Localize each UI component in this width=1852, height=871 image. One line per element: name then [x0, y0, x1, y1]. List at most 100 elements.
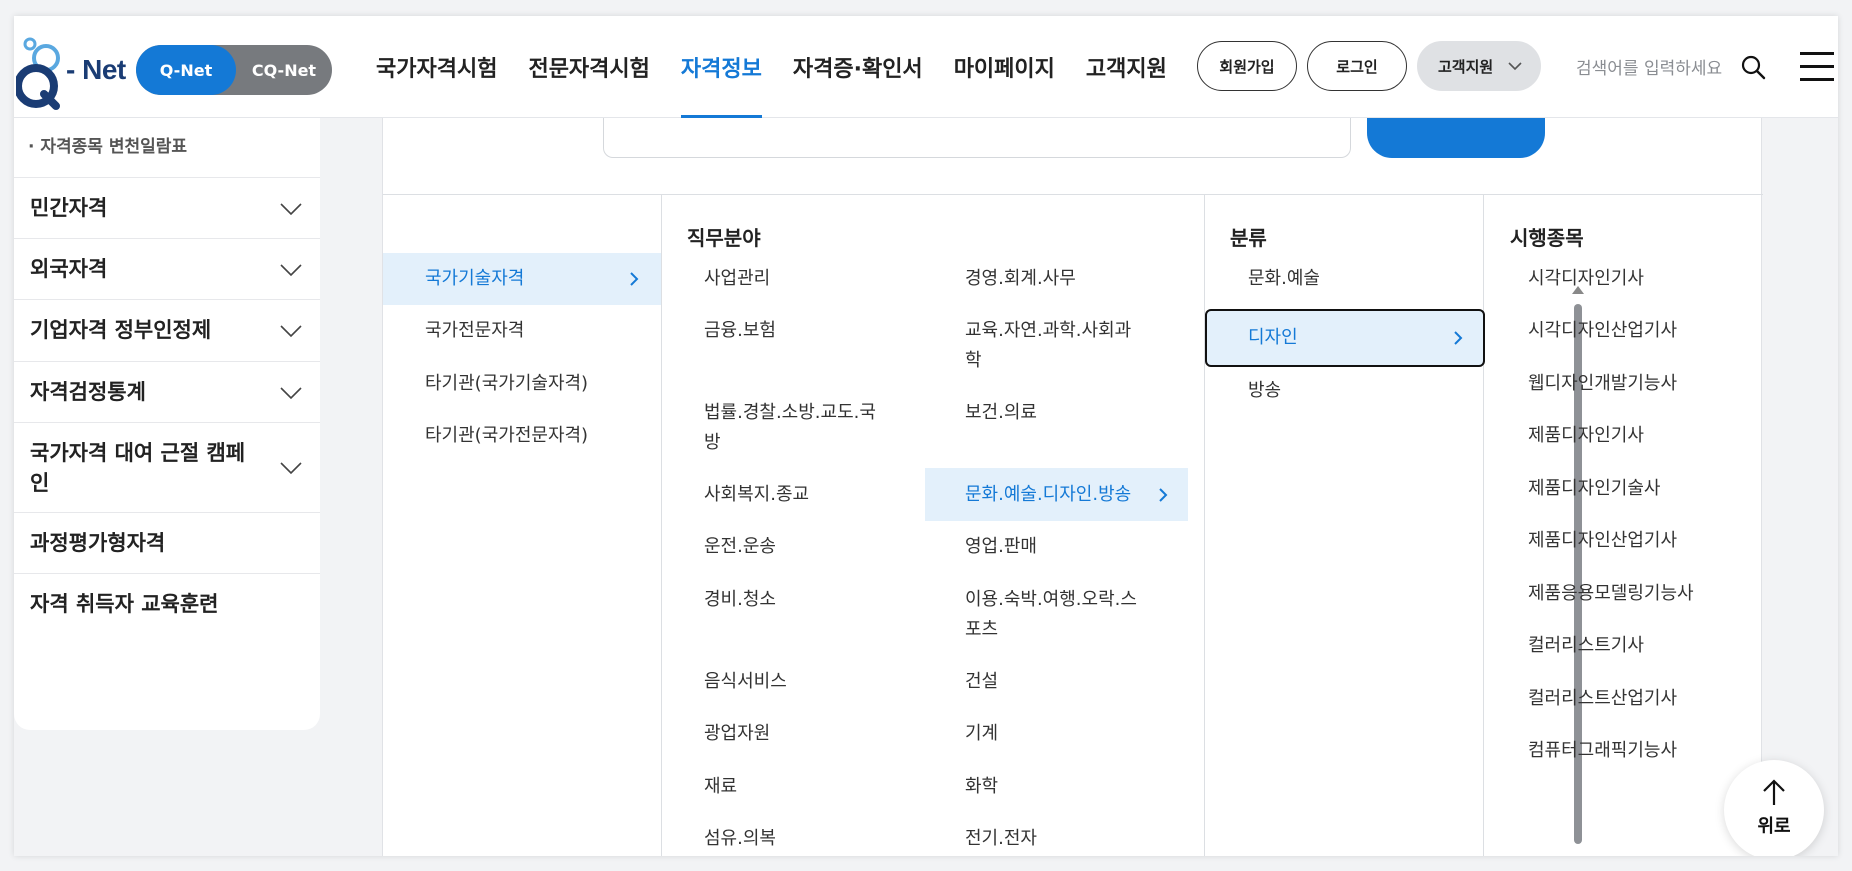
sidebar-item-foreign[interactable]: 외국자격	[14, 238, 320, 299]
job-field-item[interactable]: 금융.보험	[704, 316, 776, 346]
exam-item[interactable]: 제품디자인기술사	[1528, 474, 1660, 504]
category-column: 국가기술자격 국가전문자격 타기관(국가기술자격) 타기관(국가전문자격)	[383, 195, 662, 856]
exam-heading: 시행종목	[1510, 226, 1584, 250]
job-field-item[interactable]: 재료	[704, 772, 737, 802]
chevron-right-icon	[1454, 331, 1463, 345]
category-other-technical[interactable]: 타기관(국가기술자격)	[425, 369, 588, 399]
exam-item[interactable]: 웹디자인개발기능사	[1528, 369, 1677, 399]
class-item-selected[interactable]: 디자인	[1248, 323, 1298, 353]
toggle-cqnet[interactable]: CQ-Net	[236, 45, 332, 95]
job-field-item[interactable]: 경비.청소	[704, 585, 776, 615]
job-field-line1: 이용.숙박.여행.오락.스	[965, 589, 1137, 610]
exam-item[interactable]: 제품디자인산업기사	[1528, 526, 1677, 556]
job-field-item[interactable]: 영업.판매	[965, 532, 1037, 562]
job-field-item[interactable]: 법률.경찰.소방.교도.국 방	[704, 398, 876, 458]
selected-highlight	[1205, 309, 1485, 367]
class-heading: 분류	[1230, 226, 1267, 250]
site-toggle[interactable]: Q-Net CQ-Net	[136, 45, 332, 95]
job-field-line2: 방	[704, 432, 721, 453]
job-field-item[interactable]: 경영.회계.사무	[965, 264, 1076, 294]
exam-item[interactable]: 시각디자인기사	[1528, 264, 1644, 294]
job-field-line2: 학	[965, 350, 982, 371]
left-sidebar: · 자격종목 변천일람표 민간자격 외국자격 기업자격 정부인정제 자격검정통계…	[14, 118, 320, 730]
sidebar-item-private[interactable]: 민간자격	[14, 177, 320, 238]
signup-button[interactable]: 회원가입	[1197, 41, 1297, 91]
back-to-top-button[interactable]: 위로	[1724, 760, 1824, 856]
job-field-heading: 직무분야	[687, 226, 761, 250]
qualification-finder: 국가기술자격 국가전문자격 타기관(국가기술자격) 타기관(국가전문자격) 직무…	[382, 108, 1763, 856]
toggle-qnet[interactable]: Q-Net	[136, 45, 236, 95]
sidebar-item-label: 기업자격 정부인정제	[30, 318, 212, 342]
campaign-label-line2: 인	[30, 471, 50, 495]
campaign-label-line1: 국가자격 대여 근절 캠페	[30, 441, 246, 465]
job-field-item[interactable]: 화학	[965, 772, 998, 802]
search-input[interactable]: 검색어를 입력하세요	[1576, 54, 1722, 79]
main-nav: 국가자격시험 전문자격시험 자격정보 자격증·확인서 마이페이지 고객지원	[376, 16, 1198, 118]
support-dropdown[interactable]: 고객지원	[1417, 41, 1541, 91]
sidebar-item-label: 민간자격	[30, 196, 108, 220]
chevron-down-icon	[1508, 62, 1522, 71]
chevron-down-icon	[280, 264, 302, 277]
exam-item[interactable]: 시각디자인산업기사	[1528, 316, 1677, 346]
menu-icon[interactable]	[1800, 52, 1834, 82]
nav-professional-exam[interactable]: 전문자격시험	[528, 16, 649, 118]
login-button[interactable]: 로그인	[1307, 41, 1407, 91]
sidebar-item-campaign[interactable]: 국가자격 대여 근절 캠페 인	[14, 422, 320, 512]
logo-text: - Net	[66, 54, 126, 85]
chevron-down-icon	[280, 462, 302, 475]
chevron-down-icon	[280, 325, 302, 338]
sidebar-item-label: 과정평가형자격	[30, 531, 166, 555]
class-column: 분류 문화.예술 디자인 방송	[1205, 195, 1485, 856]
job-field-item[interactable]: 기계	[965, 719, 998, 749]
exam-column: 시행종목 시각디자인기사 시각디자인산업기사 웹디자인개발기능사 제품디자인기사…	[1484, 195, 1763, 856]
arrow-up-icon	[1763, 779, 1785, 805]
sidebar-sub-item[interactable]: · 자격종목 변천일람표	[28, 132, 187, 157]
sidebar-item-label: 자격검정통계	[30, 380, 146, 404]
sidebar-item-statistics[interactable]: 자격검정통계	[14, 361, 320, 422]
sidebar-sub-label: 자격종목 변천일람표	[40, 137, 188, 157]
class-item[interactable]: 방송	[1248, 376, 1281, 406]
class-item[interactable]: 문화.예술	[1248, 264, 1320, 294]
category-national-technical[interactable]: 국가기술자격	[425, 264, 524, 294]
sidebar-item-course[interactable]: 과정평가형자격	[14, 512, 320, 573]
job-field-item[interactable]: 사업관리	[704, 264, 770, 294]
category-other-professional[interactable]: 타기관(국가전문자격)	[425, 421, 588, 451]
chevron-right-icon	[1159, 488, 1168, 502]
job-field-item[interactable]: 교육.자연.과학.사회과 학	[965, 316, 1131, 376]
job-field-item[interactable]: 보건.의료	[965, 398, 1037, 428]
job-field-item[interactable]: 광업자원	[704, 719, 770, 749]
exam-item[interactable]: 제품응용모델링기능사	[1528, 579, 1694, 609]
exam-item[interactable]: 제품디자인기사	[1528, 421, 1644, 451]
nav-certificates[interactable]: 자격증·확인서	[793, 16, 923, 118]
job-field-item[interactable]: 음식서비스	[704, 667, 787, 697]
sidebar-item-label: 자격 취득자 교육훈련	[30, 592, 219, 616]
site-header: - Net Q-Net CQ-Net 국가자격시험 전문자격시험 자격정보 자격…	[14, 16, 1838, 118]
nav-national-exam[interactable]: 국가자격시험	[376, 16, 497, 118]
job-field-item[interactable]: 섬유.의복	[704, 824, 776, 854]
job-field-item[interactable]: 운전.운송	[704, 532, 776, 562]
category-national-professional[interactable]: 국가전문자격	[425, 316, 524, 346]
job-field-item[interactable]: 이용.숙박.여행.오락.스 포츠	[965, 585, 1137, 645]
nav-customer-support[interactable]: 고객지원	[1086, 16, 1167, 118]
sidebar-item-training[interactable]: 자격 취득자 교육훈련	[14, 573, 320, 634]
exam-item[interactable]: 컬러리스트산업기사	[1528, 684, 1677, 714]
nav-qualification-info[interactable]: 자격정보	[680, 16, 762, 118]
chevron-down-icon	[280, 203, 302, 216]
sidebar-item-corporate[interactable]: 기업자격 정부인정제	[14, 299, 320, 361]
search-icon[interactable]	[1740, 54, 1766, 80]
sidebar-item-label: 국가자격 대여 근절 캠페 인	[30, 438, 245, 498]
back-to-top-label: 위로	[1757, 816, 1791, 837]
job-field-item[interactable]: 전기.전자	[965, 824, 1037, 854]
nav-mypage[interactable]: 마이페이지	[954, 16, 1055, 118]
job-field-column: 직무분야 사업관리 금융.보험 법률.경찰.소방.교도.국 방 사회복지.종교 …	[662, 195, 1205, 856]
job-field-item[interactable]: 건설	[965, 667, 998, 697]
chevron-down-icon	[280, 387, 302, 400]
chevron-right-icon	[630, 272, 639, 286]
job-field-item-selected[interactable]: 문화.예술.디자인.방송	[965, 480, 1131, 510]
job-field-line2: 포츠	[965, 619, 999, 640]
browser-viewport: - Net Q-Net CQ-Net 국가자격시험 전문자격시험 자격정보 자격…	[14, 16, 1838, 856]
job-field-item[interactable]: 사회복지.종교	[704, 480, 809, 510]
job-field-line1: 교육.자연.과학.사회과	[965, 320, 1132, 341]
exam-item[interactable]: 컴퓨터그래픽기능사	[1528, 736, 1677, 766]
exam-item[interactable]: 컬러리스트기사	[1528, 631, 1644, 661]
